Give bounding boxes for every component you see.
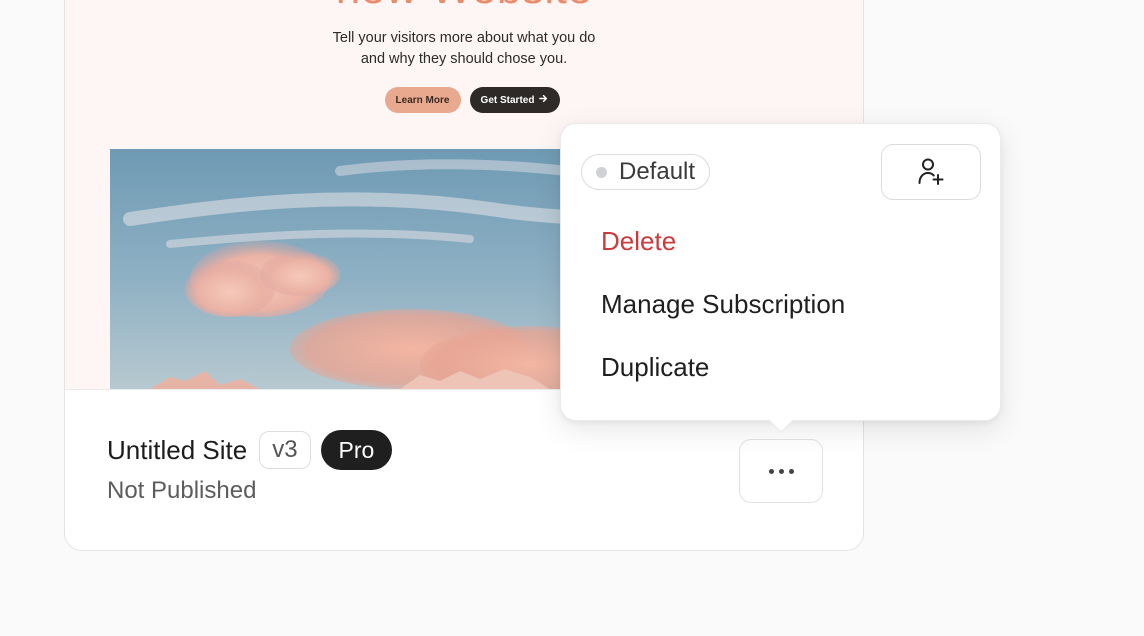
preview-learn-more-button: Learn More [384, 87, 461, 113]
preview-hero-buttons: Learn More Get Started [65, 87, 863, 113]
version-badge: v3 [259, 431, 311, 469]
menu-item-manage-subscription[interactable]: Manage Subscription [601, 289, 845, 320]
add-user-button[interactable] [881, 144, 981, 200]
preview-get-started-button: Get Started [469, 87, 560, 113]
workspace-selector[interactable]: Default [581, 154, 711, 190]
ellipsis-icon-dot-3 [788, 468, 794, 474]
plan-badge: Pro [320, 430, 393, 470]
preview-subtitle-line-2: and why they should chose you. [360, 51, 568, 67]
preview-hero-title: new Website [65, 0, 863, 11]
site-name[interactable]: Untitled Site [107, 435, 247, 466]
more-options-button[interactable] [739, 439, 823, 503]
preview-subtitle-line-1: Tell your visitors more about what you d… [332, 30, 596, 46]
site-title-row: Untitled Site v3 Pro [107, 430, 393, 470]
arrow-right-icon [539, 94, 548, 106]
menu-item-delete[interactable]: Delete [601, 226, 676, 257]
ellipsis-icon-dot-2 [778, 468, 784, 474]
preview-get-started-label: Get Started [480, 94, 535, 106]
workspace-label: Default [619, 158, 696, 185]
status-dot-icon [596, 166, 607, 178]
publish-status: Not Published [107, 477, 257, 504]
site-options-menu: Default Delete Manage Subscription Dupli… [560, 123, 1001, 433]
preview-hero-subtitle: Tell your visitors more about what you d… [65, 28, 863, 70]
ellipsis-icon [768, 468, 774, 474]
stage: new Website Tell your visitors more abou… [0, 0, 1144, 636]
add-user-icon [917, 156, 945, 189]
menu-item-duplicate[interactable]: Duplicate [601, 352, 709, 383]
